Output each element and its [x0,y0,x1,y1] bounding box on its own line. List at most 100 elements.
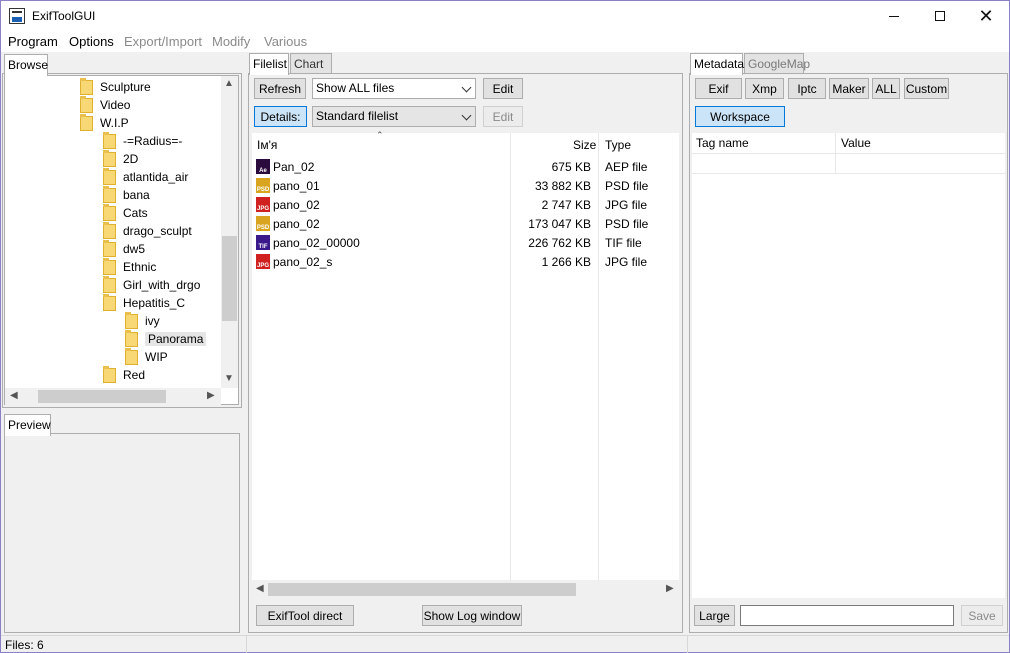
iptc-button[interactable]: Iptc [788,78,826,99]
filter-edit-button[interactable]: Edit [483,78,523,99]
status-bar: Files: 6 [1,635,1009,653]
status-divider [687,636,688,653]
tree-item[interactable]: Video [80,95,130,114]
workspace-button[interactable]: Workspace [695,106,785,127]
psd-file-icon: PSD [256,178,270,193]
file-size: 226 762 KB [528,236,591,250]
tab-browse[interactable]: Browse [4,54,48,76]
tree-item[interactable]: bana [103,185,150,204]
tree-item[interactable]: Ethnic [103,257,156,276]
file-size: 33 882 KB [534,179,591,193]
file-row[interactable]: PSD pano_01 33 882 KB PSD file [252,176,679,195]
large-button[interactable]: Large [694,605,735,626]
tree-item[interactable]: 2D [103,149,138,168]
all-button[interactable]: ALL [872,78,900,99]
close-button[interactable]: ✕ [963,1,1009,31]
tree-item[interactable]: -=Radius=- [103,131,183,150]
metadata-value-input[interactable] [740,605,954,626]
filelist-horizontal-scrollbar[interactable]: ◀ ▶ [252,581,679,598]
file-size: 2 747 KB [541,198,591,212]
scroll-down-icon[interactable]: ▼ [224,373,234,384]
scroll-left-icon[interactable]: ◀ [256,583,264,594]
tree-item[interactable]: WIP [125,347,168,366]
tree-vertical-scrollbar[interactable]: ▲ ▼ [221,76,238,388]
file-size: 173 047 KB [528,217,591,231]
column-header-type[interactable]: Type [605,138,631,152]
file-row[interactable]: JPG pano_02 2 747 KB JPG file [252,195,679,214]
tree-item[interactable]: Panorama [125,329,207,348]
scroll-up-icon[interactable]: ▲ [224,78,234,89]
tree-item[interactable]: Girl_with_drgo [103,275,201,294]
column-header-size[interactable]: Size [573,138,596,152]
tree-item[interactable]: drago_sculpt [103,221,192,240]
menu-various[interactable]: Various [264,34,307,49]
file-filter-select[interactable]: Show ALL files [312,78,476,99]
menu-modify[interactable]: Modify [212,34,250,49]
status-file-count: Files: 6 [5,638,44,652]
scroll-left-icon[interactable]: ◀ [10,390,18,401]
scroll-right-icon[interactable]: ▶ [207,390,215,401]
maker-button[interactable]: Maker [829,78,869,99]
exif-button[interactable]: Exif [695,78,742,99]
minimize-button[interactable] [871,1,917,31]
tree-item[interactable]: dw5 [103,239,145,258]
folder-icon [125,329,138,347]
xmp-button[interactable]: Xmp [745,78,784,99]
tab-metadata[interactable]: Metadata [690,53,744,75]
folder-icon [80,77,93,95]
tree-item[interactable]: Hepatitis_C [103,293,186,312]
tab-filelist[interactable]: Filelist [249,53,289,75]
tab-googlemap[interactable]: GoogleMap [744,53,810,73]
tree-item[interactable]: Red [103,365,145,384]
scroll-right-icon[interactable]: ▶ [666,583,674,594]
exiftool-direct-button[interactable]: ExifTool direct [256,605,354,626]
folder-icon [103,131,116,149]
jpg-file-icon: JPG [256,197,270,212]
jpg-file-icon: JPG [256,254,270,269]
tree-item-label: drago_sculpt [123,224,192,238]
tree-hscroll-thumb[interactable] [38,390,166,403]
view-edit-button[interactable]: Edit [483,106,523,127]
folder-icon [103,275,116,293]
tree-horizontal-scrollbar[interactable]: ◀ ▶ [5,388,221,405]
file-name: pano_02 [273,217,320,231]
menu-export-import[interactable]: Export/Import [124,34,202,49]
column-header-name[interactable]: Ім'я [257,138,277,152]
file-row[interactable]: JPG pano_02_s 1 266 KB JPG file [252,252,679,271]
tree-scroll-thumb[interactable] [222,236,237,321]
tree-item[interactable]: Cats [103,203,148,222]
custom-button[interactable]: Custom [904,78,949,99]
chevron-down-icon [461,82,472,93]
tree-item-label: -=Radius=- [123,134,183,148]
folder-icon [103,239,116,257]
folder-icon [103,203,116,221]
view-mode-select[interactable]: Standard filelist [312,106,476,127]
tree-item-label: W.I.P [100,116,129,130]
tree-item[interactable]: ivy [125,311,160,330]
tree-item-label: atlantida_air [123,170,189,184]
save-button[interactable]: Save [961,605,1003,626]
refresh-button[interactable]: Refresh [254,78,306,99]
tab-chart[interactable]: Chart [290,53,332,73]
tree-item[interactable]: atlantida_air [103,167,189,186]
tree-item[interactable]: Sculpture [80,77,151,96]
details-button[interactable]: Details: [254,106,307,127]
tree-item-label: Hepatitis_C [123,296,186,310]
file-row[interactable]: PSD pano_02 173 047 KB PSD file [252,214,679,233]
show-log-window-button[interactable]: Show Log window [422,605,522,626]
file-list: Ім'я ⌃ Size Type Ae Pan_02 675 KB AEP file P… [252,130,679,580]
app-icon [9,8,25,24]
tab-preview[interactable]: Preview [4,414,51,436]
menu-program[interactable]: Program [8,34,58,49]
maximize-button[interactable] [917,1,963,31]
tree-item[interactable]: W.I.P [80,113,129,132]
menu-options[interactable]: Options [69,34,114,49]
sort-up-icon: ⌃ [376,130,384,140]
column-header-tag-name[interactable]: Tag name [696,136,749,150]
tree-item-label: Girl_with_drgo [123,278,201,292]
column-header-value[interactable]: Value [841,136,871,150]
file-row[interactable]: TIF pano_02_00000 226 762 KB TIF file [252,233,679,252]
filelist-hscroll-thumb[interactable] [268,583,576,596]
file-row[interactable]: Ae Pan_02 675 KB AEP file [252,157,679,176]
tree-item-label: ivy [145,314,160,328]
